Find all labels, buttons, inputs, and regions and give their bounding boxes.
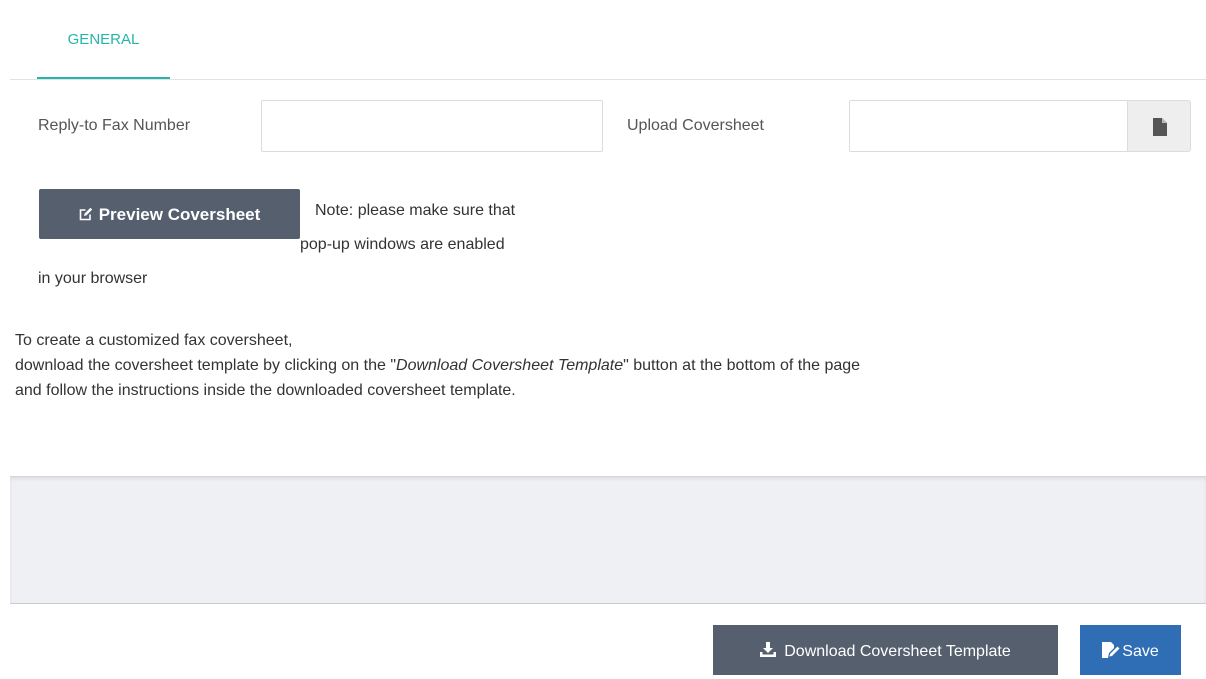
instructions-line-1: To create a customized fax coversheet, — [15, 332, 293, 349]
popup-note-line-2: pop-up windows are enabled — [300, 236, 505, 253]
upload-coversheet-input[interactable] — [849, 100, 1127, 152]
preview-coversheet-label: Preview Coversheet — [98, 205, 261, 224]
download-template-button[interactable]: Download Coversheet Template — [713, 625, 1058, 675]
upload-browse-button[interactable] — [1127, 100, 1191, 152]
tab-general[interactable]: GENERAL — [37, 0, 170, 79]
download-icon — [760, 642, 777, 657]
reply-to-fax-input[interactable] — [261, 100, 603, 152]
edit-icon — [79, 207, 92, 221]
save-icon — [1102, 642, 1120, 658]
instructions-line-3: and follow the instructions inside the d… — [15, 382, 516, 399]
footer-panel — [10, 476, 1206, 604]
instructions-line-2-before: download the coversheet template by clic… — [15, 357, 397, 374]
upload-coversheet-label: Upload Coversheet — [627, 117, 764, 134]
instructions-line-2-emphasis: Download Coversheet Template — [396, 357, 624, 374]
popup-note-line-1: Note: please make sure that — [315, 202, 516, 219]
coversheet-instructions: To create a customized fax coversheet, d… — [15, 328, 1195, 403]
save-button[interactable]: Save — [1080, 625, 1181, 675]
tab-bar: GENERAL — [10, 0, 1206, 80]
download-template-label: Download Coversheet Template — [784, 643, 1011, 660]
save-label: Save — [1122, 643, 1159, 660]
reply-to-fax-label: Reply-to Fax Number — [38, 117, 191, 134]
file-icon — [1153, 118, 1167, 136]
popup-note-line-3: in your browser — [38, 270, 148, 287]
preview-coversheet-button[interactable]: Preview Coversheet — [39, 189, 300, 239]
instructions-line-2-after: " button at the bottom of the page — [623, 357, 861, 374]
instructions-line-2: download the coversheet template by clic… — [15, 353, 1195, 378]
